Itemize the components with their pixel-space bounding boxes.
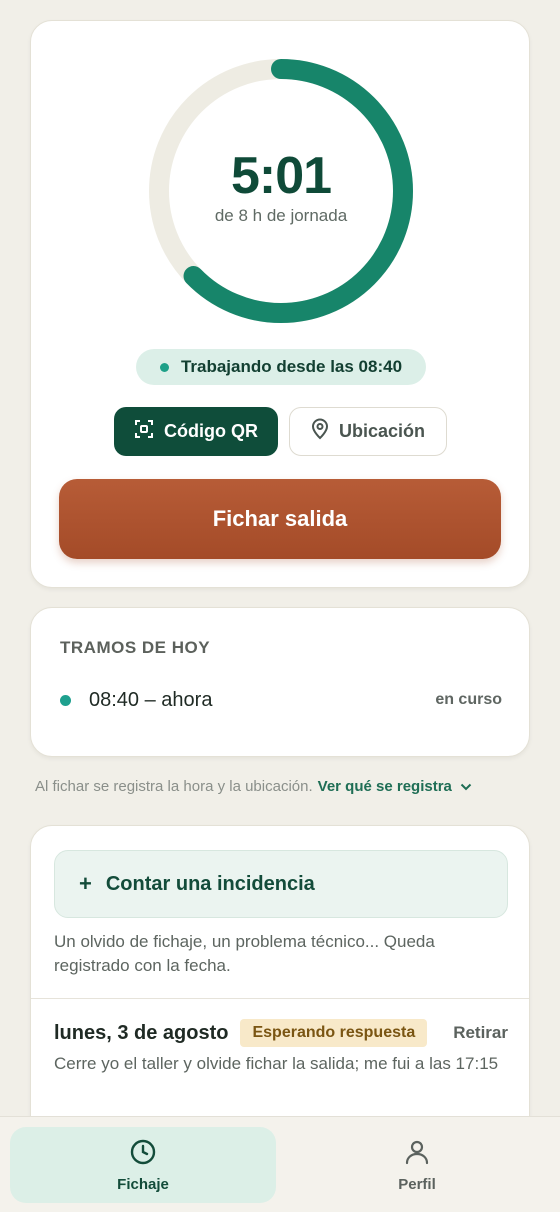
status-badge: Esperando respuesta <box>240 1019 428 1047</box>
report-incident-label: Contar una incidencia <box>105 872 315 895</box>
location-button[interactable]: Ubicación <box>289 407 447 456</box>
status-badge: Trabajando desde las 08:40 <box>136 349 426 385</box>
clock-icon <box>129 1138 157 1170</box>
qr-code-label: Código QR <box>164 421 258 441</box>
divider <box>31 998 529 999</box>
withdraw-button[interactable]: Retirar <box>453 1023 508 1043</box>
incident-date: lunes, 3 de agosto <box>54 1021 229 1044</box>
workday-length: de 8 h de jornada <box>214 206 348 225</box>
section-title: TRAMOS DE HOY <box>60 638 211 657</box>
segment-state: en curso <box>435 691 502 708</box>
qr-code-button[interactable]: Código QR <box>114 407 278 456</box>
user-icon <box>403 1138 431 1170</box>
today-segments-card: TRAMOS DE HOY 08:40 – ahora en curso <box>30 607 530 757</box>
list-item: lunes, 3 de agosto Esperando respuesta R… <box>54 1018 508 1076</box>
clock-out-button[interactable]: Fichar salida <box>59 479 501 559</box>
what-is-recorded-link[interactable]: Ver qué se registra <box>318 778 452 795</box>
report-incident-button[interactable]: + Contar una incidencia <box>54 850 508 918</box>
nav-label: Fichaje <box>117 1175 169 1193</box>
nav-item-fichaje[interactable]: Fichaje <box>10 1127 276 1203</box>
info-line: Al fichar se registra la hora y la ubica… <box>35 778 472 795</box>
location-label: Ubicación <box>338 421 426 441</box>
elapsed-time: 5:01 <box>230 147 332 205</box>
chevron-down-icon[interactable] <box>460 778 472 795</box>
nav-item-perfil[interactable]: Perfil <box>284 1127 550 1203</box>
nav-label: Perfil <box>398 1175 436 1193</box>
segment-range: 08:40 – ahora <box>89 688 213 711</box>
timer-card: 5:01 de 8 h de jornada Trabajando desde … <box>30 20 530 588</box>
incident-description: Un olvido de fichaje, un problema técnic… <box>54 932 435 975</box>
list-item: 08:40 – ahora en curso <box>60 686 502 714</box>
incidents-card: + Contar una incidencia Un olvido de fic… <box>30 825 530 1125</box>
location-pin-icon <box>311 418 329 445</box>
active-dot-icon <box>60 694 71 706</box>
plus-icon: + <box>79 871 92 896</box>
status-text: Trabajando desde las 08:40 <box>180 357 403 376</box>
incident-text: Cerre yo el taller y olvide fichar la sa… <box>54 1054 499 1073</box>
bottom-nav: Fichaje Perfil <box>0 1116 560 1212</box>
progress-ring: 5:01 de 8 h de jornada <box>149 59 413 323</box>
qr-scan-icon <box>134 419 154 444</box>
info-text: Al fichar se registra la hora y la ubica… <box>35 778 313 795</box>
status-dot-icon <box>159 362 169 372</box>
